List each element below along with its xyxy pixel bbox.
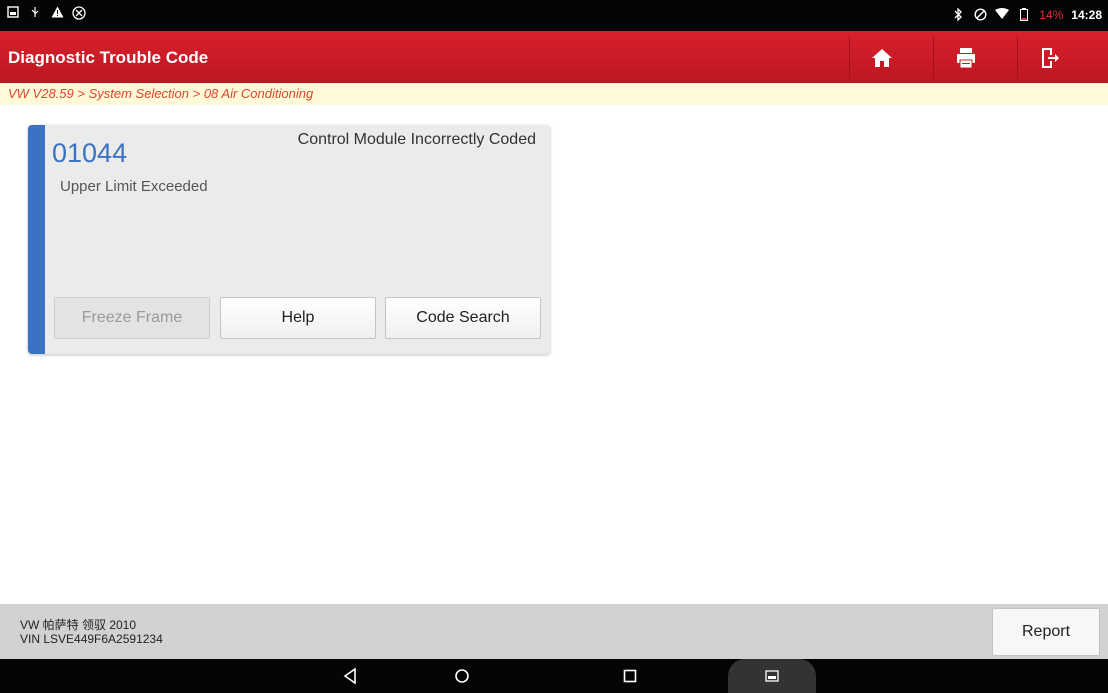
recents-button[interactable]	[610, 665, 650, 687]
page-title: Diagnostic Trouble Code	[8, 48, 209, 67]
home-circle-icon	[455, 669, 469, 683]
clock: 14:28	[1071, 8, 1102, 22]
dtc-status: Upper Limit Exceeded	[60, 178, 208, 195]
exit-icon	[1042, 48, 1059, 68]
status-right-icons: 14% 14:28	[951, 7, 1102, 22]
screenshot-icon	[765, 670, 779, 682]
vehicle-info-bar: VW 帕萨特 领驭 2010 VIN LSVE449F6A2591234 Rep…	[0, 604, 1108, 659]
print-icon	[957, 48, 975, 69]
status-bar: 14% 14:28	[0, 0, 1108, 31]
navigation-bar	[0, 659, 1108, 693]
usb-icon	[28, 6, 42, 20]
blocked-icon	[72, 6, 86, 20]
card-accent-bar	[28, 125, 45, 354]
dtc-code: 01044	[52, 138, 128, 168]
warning-icon	[50, 6, 64, 20]
back-icon	[343, 668, 356, 684]
code-search-button[interactable]: Code Search	[385, 297, 541, 339]
exit-button[interactable]	[1017, 37, 1082, 79]
gallery-icon	[6, 6, 20, 20]
help-button[interactable]: Help	[220, 297, 376, 339]
home-icon	[872, 49, 892, 67]
vehicle-vin: VIN LSVE449F6A2591234	[20, 632, 163, 646]
dtc-card: 01044 Control Module Incorrectly Coded U…	[28, 125, 550, 354]
dtc-description: Control Module Incorrectly Coded	[297, 131, 536, 148]
status-left-icons	[6, 6, 86, 20]
screenshot-button[interactable]	[728, 659, 816, 693]
title-bar: Diagnostic Trouble Code	[0, 31, 1108, 83]
home-button[interactable]	[849, 37, 914, 79]
battery-icon	[1017, 8, 1031, 22]
vehicle-model: VW 帕萨特 领驭 2010	[20, 618, 137, 632]
home-nav-button[interactable]	[442, 665, 482, 687]
battery-percent: 14%	[1039, 8, 1064, 22]
bluetooth-icon	[951, 7, 965, 22]
freeze-frame-button[interactable]: Freeze Frame	[54, 297, 210, 339]
breadcrumb: VW V28.59 > System Selection > 08 Air Co…	[0, 83, 1108, 105]
report-button[interactable]: Report	[992, 608, 1100, 656]
do-not-disturb-icon	[973, 8, 987, 22]
wifi-icon	[995, 8, 1010, 22]
back-button[interactable]	[330, 665, 370, 687]
recents-icon	[623, 669, 637, 683]
print-button[interactable]	[933, 37, 998, 79]
